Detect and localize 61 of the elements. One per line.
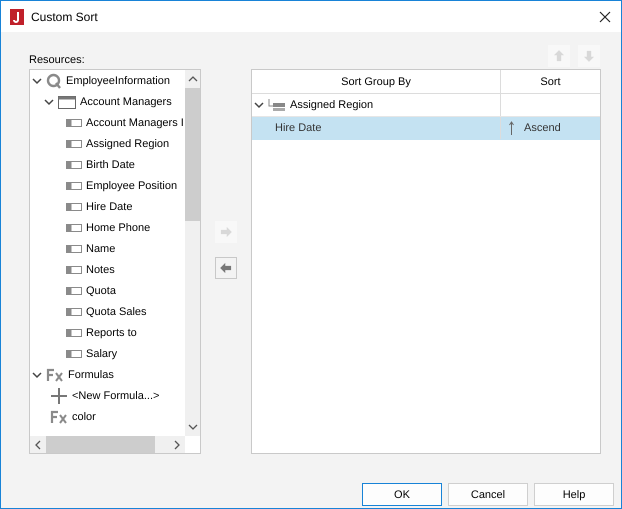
tree-item[interactable]: Quota — [86, 284, 116, 296]
function-icon — [50, 410, 68, 424]
right-arrow-icon — [218, 224, 234, 240]
tree-item[interactable]: Assigned Region — [86, 138, 170, 150]
caret-icon[interactable] — [44, 96, 54, 106]
caret-icon[interactable] — [32, 370, 42, 380]
left-arrow-icon — [218, 260, 234, 276]
field-icon — [66, 222, 82, 232]
field-icon — [66, 138, 82, 148]
field-icon — [66, 264, 82, 274]
field-icon — [66, 306, 82, 316]
down-arrow-icon — [581, 48, 597, 64]
table-icon — [58, 94, 76, 108]
sort-order-text: Ascend — [524, 122, 561, 134]
tree-item[interactable]: <New Formula...> — [72, 390, 160, 402]
horizontal-scrollbar[interactable] — [30, 436, 185, 453]
field-icon — [66, 244, 82, 254]
table-row[interactable]: Hire Date Ascend — [252, 117, 600, 140]
group-field-text: Assigned Region — [290, 99, 374, 111]
table-row[interactable]: Assigned Region — [252, 94, 600, 117]
tree-item[interactable]: Hire Date — [86, 200, 132, 212]
field-icon — [66, 286, 82, 296]
ascending-arrow-icon — [509, 121, 514, 135]
tree-item[interactable]: Name — [86, 242, 116, 254]
dialog-button[interactable]: OK — [362, 483, 442, 506]
caret-icon[interactable] — [32, 76, 42, 86]
window-title: Custom Sort — [31, 10, 99, 24]
tree-item[interactable]: Quota Sales — [86, 306, 147, 318]
tree-item[interactable]: EmployeeInformation — [66, 74, 170, 86]
field-icon — [66, 118, 82, 128]
field-icon — [66, 328, 82, 338]
tree-item[interactable]: Salary — [86, 348, 118, 360]
dialog-button[interactable]: Cancel — [448, 483, 528, 506]
tree-item[interactable]: Employee Position — [86, 180, 178, 192]
tree-item[interactable]: Birth Date — [86, 158, 135, 170]
close-button[interactable] — [597, 8, 613, 24]
field-icon — [66, 348, 82, 358]
field-icon — [66, 180, 82, 190]
resources-label: Resources: — [29, 54, 85, 67]
up-arrow-icon — [551, 48, 567, 64]
tree-item[interactable]: color — [72, 410, 96, 422]
caret-icon[interactable] — [254, 100, 264, 110]
query-icon — [46, 72, 62, 88]
move-left-button[interactable] — [215, 257, 237, 279]
vertical-scrollbar[interactable] — [185, 70, 200, 436]
column-header[interactable]: Sort — [500, 70, 600, 93]
group-field-text: Hire Date — [275, 122, 322, 134]
plus-icon — [50, 388, 68, 404]
dialog-button[interactable]: Help — [534, 483, 614, 506]
tree-item[interactable]: Home Phone — [86, 222, 150, 234]
field-icon — [66, 202, 82, 212]
tree-item[interactable]: Reports to — [86, 326, 137, 338]
tree-item[interactable]: Account Managers I — [86, 116, 184, 128]
column-header[interactable]: Sort Group By — [252, 70, 500, 93]
tree-item[interactable]: Notes — [86, 264, 115, 276]
group-icon — [268, 98, 286, 112]
function-icon — [46, 368, 64, 382]
tree-item[interactable]: Formulas — [68, 368, 114, 380]
field-icon — [66, 160, 82, 170]
tree-item[interactable]: Account Managers — [80, 96, 172, 108]
app-logo-icon — [10, 8, 24, 24]
